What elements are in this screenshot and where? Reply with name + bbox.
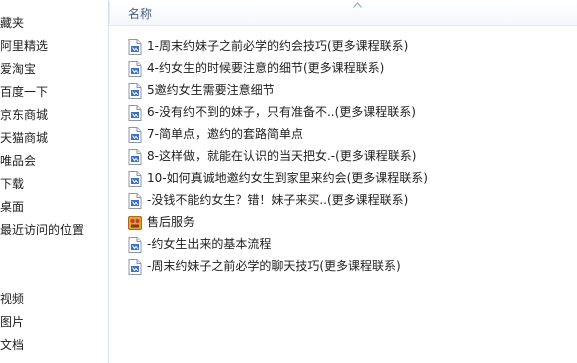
nav-item-label: 百度一下 <box>0 85 49 99</box>
nav-item-label: 最近访问的位置 <box>0 223 85 237</box>
file-name: 售后服务 <box>147 215 196 229</box>
nav-item-label: 京东商城 <box>0 108 49 122</box>
file-name: 5邀约女生需要注意细节 <box>147 83 275 97</box>
column-header-name[interactable]: 名称 <box>109 0 577 26</box>
nav-item-label: 视频 <box>0 292 25 306</box>
nav-item-pictures[interactable]: 图片 <box>0 311 108 333</box>
nav-item-alibaba-selection[interactable]: 阿里精选 <box>0 35 108 57</box>
nav-item-jd[interactable]: 京东商城 <box>0 104 108 126</box>
nav-item-vip[interactable]: 唯品会 <box>0 150 108 172</box>
nav-item-label: 阿里精选 <box>0 39 49 53</box>
nav-item-baidu[interactable]: 百度一下 <box>0 81 108 103</box>
nav-item-label: 唯品会 <box>0 154 37 168</box>
nav-item-ai-taobao[interactable]: 爱淘宝 <box>0 58 108 80</box>
file-name: 8-这样做，就能在认识的当天把女.-(更多课程联系) <box>147 149 417 163</box>
column-header-label: 名称 <box>128 7 153 21</box>
file-name: 7-简单点，邀约的套路简单点 <box>147 127 303 141</box>
document-icon <box>128 127 142 143</box>
document-icon <box>128 61 142 77</box>
nav-item-label: 图片 <box>0 315 25 329</box>
nav-item-label: 收藏夹 <box>0 16 25 30</box>
document-icon <box>128 83 142 99</box>
nav-item-recent-places[interactable]: 最近访问的位置 <box>0 219 108 241</box>
file-name: 4-约女生的时候要注意的细节(更多课程联系) <box>147 61 385 75</box>
nav-item-libraries[interactable]: 库 <box>0 265 96 287</box>
document-icon <box>128 105 142 121</box>
nav-item-label: 爱淘宝 <box>0 62 37 76</box>
document-icon <box>128 237 142 253</box>
nav-item-label: 文档 <box>0 338 25 352</box>
nav-item-favorites[interactable]: 收藏夹 <box>0 12 96 34</box>
file-name: 1-周末约妹子之前必学的约会技巧(更多课程联系) <box>147 39 409 53</box>
nav-item-label: 桌面 <box>0 200 25 214</box>
nav-item-downloads[interactable]: 下载 <box>0 173 108 195</box>
nav-item-desktop[interactable]: 桌面 <box>0 196 108 218</box>
document-icon <box>128 259 142 275</box>
column-separator <box>109 2 110 24</box>
nav-item-label: 下载 <box>0 177 25 191</box>
document-icon <box>128 171 142 187</box>
nav-item-documents[interactable]: 文档 <box>0 334 108 356</box>
file-name: -周末约妹子之前必学的聊天技巧(更多课程联系) <box>147 259 401 273</box>
file-name: 10-如何真诚地邀约女生到家里来约会(更多课程联系) <box>147 171 428 185</box>
service-icon <box>128 216 142 230</box>
file-name: -约女生出来的基本流程 <box>147 237 272 251</box>
nav-item-label: 天猫商城 <box>0 131 49 145</box>
file-list-pane: 名称 1-周末约妹子之前必学的约会技巧(更多课程联系) 4-约女生的时候要注意的… <box>109 0 577 363</box>
document-icon <box>128 149 142 165</box>
document-icon <box>128 193 142 209</box>
nav-item-tmall[interactable]: 天猫商城 <box>0 127 108 149</box>
navigation-pane: 收藏夹 阿里精选 爱淘宝 百度一下 京东商城 天猫商城 唯品会 下载 桌面 最近… <box>0 0 108 363</box>
file-name: -没钱不能约女生？错！妹子来买..(更多课程联系) <box>147 193 409 207</box>
nav-item-videos[interactable]: 视频 <box>0 288 108 310</box>
document-icon <box>128 39 142 55</box>
file-name: 6-没有约不到的妹子，只有准备不..(更多课程联系) <box>147 105 416 119</box>
sort-ascending-icon <box>353 2 362 8</box>
